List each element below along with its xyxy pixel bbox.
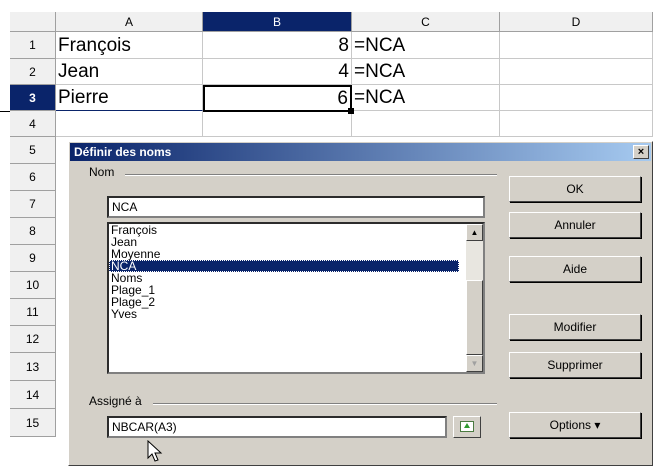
cell-d4[interactable] bbox=[500, 111, 653, 137]
row-marker bbox=[0, 111, 10, 112]
list-item[interactable]: François bbox=[109, 224, 459, 236]
assigned-input[interactable]: NBCAR(A3) bbox=[107, 416, 447, 438]
column-header-d[interactable]: D bbox=[500, 12, 653, 32]
row-header-15[interactable]: 15 bbox=[10, 409, 56, 437]
mouse-pointer-icon bbox=[147, 440, 163, 462]
delete-button[interactable]: Supprimer bbox=[509, 352, 641, 378]
scroll-up-icon[interactable]: ▲ bbox=[466, 224, 483, 241]
shrink-selection-button[interactable] bbox=[453, 416, 481, 438]
assigned-group-label: Assigné à bbox=[89, 394, 142, 408]
list-item[interactable]: Yves bbox=[109, 308, 459, 320]
row-header-8[interactable]: 8 bbox=[10, 218, 56, 245]
row-header-7[interactable]: 7 bbox=[10, 191, 56, 218]
column-header-a[interactable]: A bbox=[56, 12, 203, 32]
name-group-line bbox=[125, 174, 497, 176]
cell-b3-active[interactable]: 6 bbox=[203, 85, 352, 112]
name-input[interactable]: NCA bbox=[107, 196, 485, 218]
list-item-selected[interactable]: NCA bbox=[109, 260, 459, 272]
names-listbox[interactable]: François Jean Moyenne NCA Noms Plage_1 P… bbox=[107, 222, 485, 374]
cell-c4[interactable] bbox=[352, 111, 500, 137]
cell-b4[interactable] bbox=[203, 111, 352, 137]
row-header-1[interactable]: 1 bbox=[10, 32, 56, 59]
fill-handle[interactable] bbox=[348, 108, 354, 114]
dialog-title: Définir des noms bbox=[74, 145, 172, 159]
row-header-13[interactable]: 13 bbox=[10, 353, 56, 381]
name-group-label: Nom bbox=[89, 165, 115, 179]
cell-c1[interactable]: =NCA bbox=[352, 32, 500, 59]
cell-c3[interactable]: =NCA bbox=[352, 85, 500, 111]
cell-b2[interactable]: 4 bbox=[203, 59, 352, 85]
list-item[interactable]: Jean bbox=[109, 236, 459, 248]
modify-button[interactable]: Modifier bbox=[509, 314, 641, 340]
row-header-10[interactable]: 10 bbox=[10, 272, 56, 299]
cell-a1[interactable]: François bbox=[56, 32, 203, 59]
cancel-button[interactable]: Annuler bbox=[509, 212, 641, 238]
row-header-14[interactable]: 14 bbox=[10, 381, 56, 409]
cell-b1[interactable]: 8 bbox=[203, 32, 352, 59]
list-item[interactable]: Moyenne bbox=[109, 248, 459, 260]
cell-d1[interactable] bbox=[500, 32, 653, 59]
cell-d3[interactable] bbox=[500, 85, 653, 111]
list-item[interactable]: Noms bbox=[109, 272, 459, 284]
options-button[interactable]: Options ▾ bbox=[509, 412, 641, 438]
column-header-c[interactable]: C bbox=[352, 12, 500, 32]
cell-c2[interactable]: =NCA bbox=[352, 59, 500, 85]
scroll-thumb[interactable] bbox=[466, 280, 483, 355]
ok-button[interactable]: OK bbox=[509, 176, 641, 202]
help-button[interactable]: Aide bbox=[509, 256, 641, 282]
row-header-2[interactable]: 2 bbox=[10, 59, 56, 85]
column-header-b[interactable]: B bbox=[203, 12, 352, 32]
close-icon[interactable]: × bbox=[633, 145, 649, 159]
select-all-corner[interactable] bbox=[10, 12, 56, 32]
row-header-11[interactable]: 11 bbox=[10, 299, 56, 326]
left-margin bbox=[0, 0, 10, 466]
cell-a4[interactable] bbox=[56, 111, 203, 137]
list-item[interactable]: Plage_1 bbox=[109, 284, 459, 296]
cell-d2[interactable] bbox=[500, 59, 653, 85]
shrink-icon bbox=[460, 421, 474, 432]
row-header-9[interactable]: 9 bbox=[10, 245, 56, 272]
row-header-6[interactable]: 6 bbox=[10, 164, 56, 191]
list-item[interactable]: Plage_2 bbox=[109, 296, 459, 308]
dialog-titlebar[interactable]: Définir des noms × bbox=[70, 143, 651, 161]
row-header-4[interactable]: 4 bbox=[10, 111, 56, 137]
cell-a3[interactable]: Pierre bbox=[56, 85, 203, 111]
assigned-group-line bbox=[153, 403, 497, 405]
row-header-5[interactable]: 5 bbox=[10, 137, 56, 164]
list-scrollbar[interactable]: ▲ ▼ bbox=[466, 224, 483, 372]
define-names-dialog: Définir des noms × Nom NCA François Jean… bbox=[68, 141, 653, 466]
scroll-down-icon[interactable]: ▼ bbox=[466, 355, 483, 372]
cell-a2[interactable]: Jean bbox=[56, 59, 203, 85]
row-header-3[interactable]: 3 bbox=[10, 85, 56, 111]
row-header-12[interactable]: 12 bbox=[10, 326, 56, 353]
